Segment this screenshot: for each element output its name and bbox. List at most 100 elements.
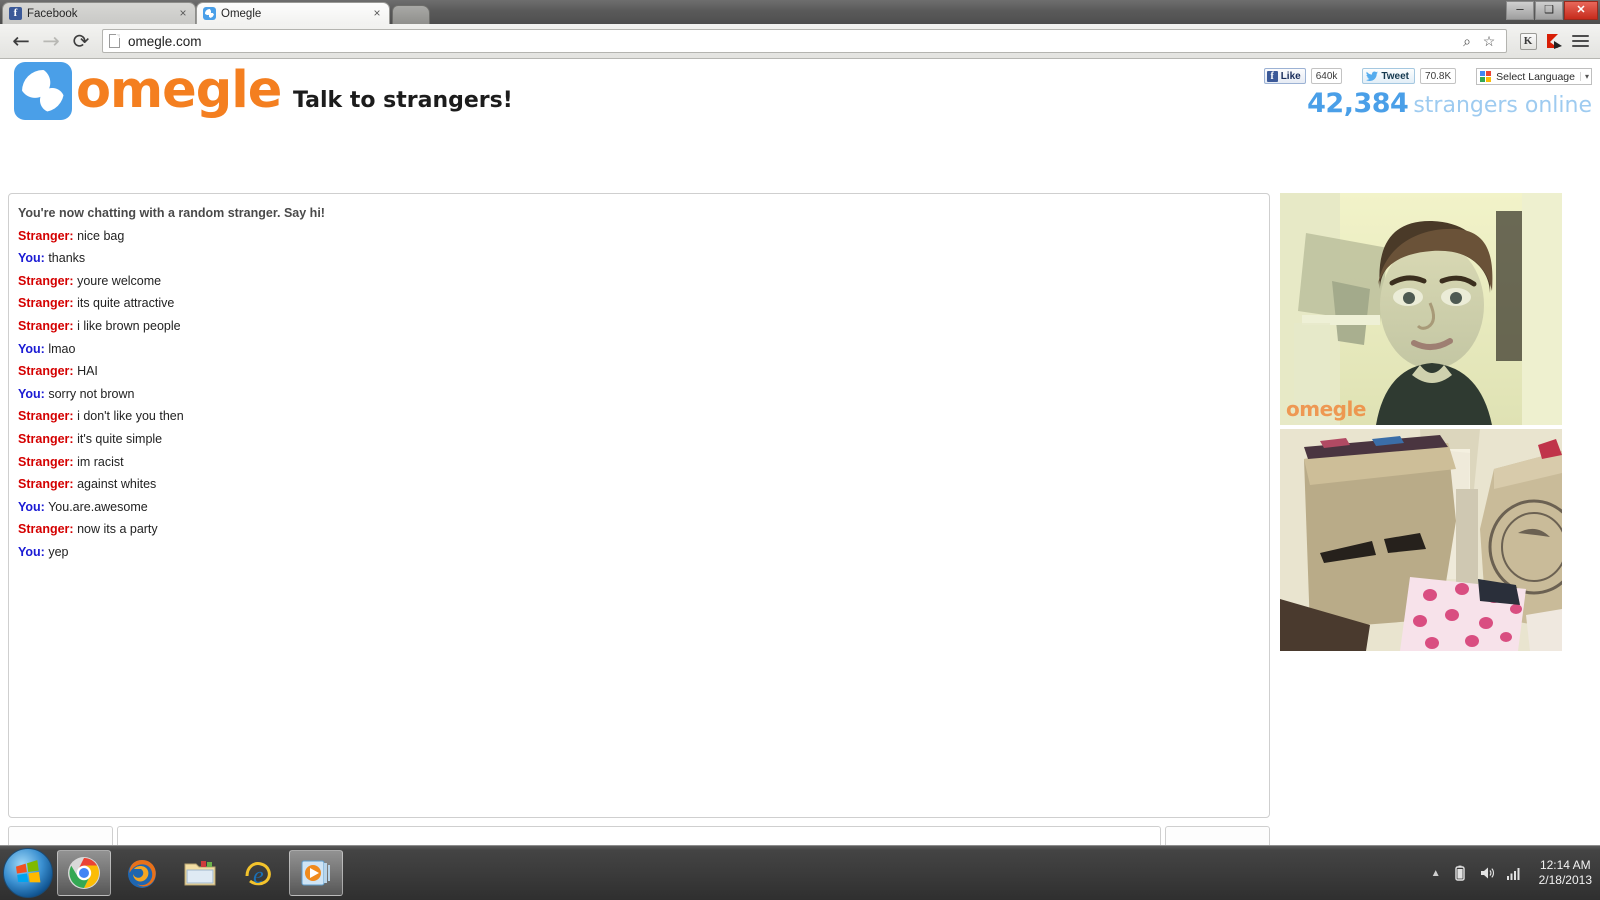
firefox-icon (128, 860, 156, 888)
back-arrow-icon: ← (12, 28, 30, 53)
taskbar-item-media-player[interactable] (289, 850, 343, 896)
show-hidden-icons-icon[interactable]: ▲ (1431, 868, 1441, 879)
maximize-icon: ❑ (1544, 4, 1554, 16)
chat-message-speaker: Stranger: (18, 228, 74, 243)
minimize-button[interactable]: – (1506, 1, 1534, 20)
facebook-like-button[interactable]: f Like (1263, 68, 1306, 84)
folder-icon (184, 861, 216, 886)
chat-message: Stranger: now its a party (18, 518, 1269, 541)
minimize-icon: – (1516, 0, 1524, 16)
send-button[interactable]: Send Enter (1165, 826, 1270, 845)
chat-message-text: it's quite simple (77, 431, 163, 446)
taskbar-item-internet-explorer[interactable]: e (231, 850, 285, 896)
chat-message-speaker: You: (18, 341, 45, 356)
clock-date: 2/18/2013 (1538, 873, 1592, 887)
chat-message-text: its quite attractive (77, 296, 175, 311)
chat-message: Stranger: its quite attractive (18, 292, 1269, 315)
menu-icon (1571, 35, 1589, 47)
facebook-icon: f (1266, 70, 1278, 82)
chat-message-text: against whites (77, 477, 157, 492)
extension-k-button[interactable]: K (1515, 28, 1541, 54)
chat-message-speaker: You: (18, 386, 45, 401)
stranger-video-panel[interactable]: omegle (1280, 193, 1562, 425)
chevron-down-icon[interactable]: ▾ (1579, 72, 1589, 81)
chat-message-speaker: You: (18, 499, 45, 514)
taskbar-clock[interactable]: 12:14 AM 2/18/2013 (1533, 858, 1592, 888)
browser-window: f Facebook × Omegle × – ❑ ✕ ← → ⟳ omegle… (0, 0, 1600, 845)
chat-message-speaker: Stranger: (18, 409, 74, 424)
omegle-logo-icon (14, 62, 72, 120)
chat-message: Stranger: nice bag (18, 225, 1269, 248)
chat-message-speaker: Stranger: (18, 431, 74, 446)
chat-message-text: im racist (77, 454, 124, 469)
tab-title: Omegle (221, 7, 262, 20)
page-tagline: Talk to strangers! (293, 88, 513, 113)
kaspersky-icon (1547, 34, 1562, 49)
windows-taskbar: e ▲ 12:14 AM 2/18/2013 (0, 845, 1600, 900)
bookmark-star-icon[interactable]: ☆ (1478, 30, 1500, 52)
network-icon[interactable] (1506, 865, 1522, 881)
tab-omegle[interactable]: Omegle × (196, 2, 390, 24)
online-label: strangers online (1413, 93, 1592, 118)
taskbar-item-firefox[interactable] (115, 850, 169, 896)
chat-composer: Disconnect Esc Send Enter (8, 826, 1270, 845)
chat-message: You: yep (18, 541, 1269, 564)
local-video-panel[interactable] (1280, 429, 1562, 651)
chat-message-text: HAI (77, 364, 98, 379)
back-button[interactable]: ← (6, 27, 36, 55)
windows-logo-icon (15, 860, 41, 883)
facebook-like-label: Like (1280, 70, 1301, 82)
maximize-button[interactable]: ❑ (1535, 1, 1563, 20)
language-selector[interactable]: Select Language ▾ (1476, 68, 1592, 85)
twitter-bird-icon (1366, 70, 1379, 81)
reload-button[interactable]: ⟳ (66, 27, 96, 55)
taskbar-item-chrome[interactable] (57, 850, 111, 896)
close-icon[interactable]: × (371, 7, 383, 20)
close-icon[interactable]: × (177, 7, 189, 20)
disconnect-button[interactable]: Disconnect Esc (8, 826, 113, 845)
url-text: omegle.com (128, 33, 202, 49)
omegle-page: omegle Talk to strangers! f Like 640k Tw… (0, 60, 1600, 845)
tweet-label: Tweet (1381, 70, 1410, 82)
chat-message: Stranger: HAI (18, 360, 1269, 383)
tab-strip: f Facebook × Omegle × (0, 0, 1600, 24)
site-header: omegle Talk to strangers! f Like 640k Tw… (0, 60, 1600, 127)
message-input[interactable] (117, 826, 1161, 845)
chat-message: Stranger: i like brown people (18, 315, 1269, 338)
omegle-logo[interactable]: omegle (14, 62, 282, 120)
chat-log[interactable]: You're now chatting with a random strang… (8, 193, 1270, 818)
omegle-icon (203, 7, 216, 20)
start-button[interactable] (3, 848, 53, 898)
volume-icon[interactable] (1479, 865, 1495, 881)
tab-facebook[interactable]: f Facebook × (2, 2, 196, 24)
search-icon[interactable]: ⌕ (1456, 30, 1478, 52)
chat-message-speaker: Stranger: (18, 364, 74, 379)
tweet-button[interactable]: Tweet (1362, 68, 1416, 84)
taskbar-item-explorer[interactable] (173, 850, 227, 896)
address-bar[interactable]: omegle.com ⌕ ☆ (102, 29, 1507, 53)
chat-system-message: You're now chatting with a random strang… (18, 206, 325, 220)
chat-message-text: nice bag (77, 228, 125, 243)
reload-icon: ⟳ (72, 29, 90, 53)
chat-message: You: You.are.awesome (18, 496, 1269, 519)
new-tab-button[interactable] (392, 5, 430, 24)
local-video-frame (1280, 429, 1562, 651)
extension-security-button[interactable] (1541, 28, 1567, 54)
facebook-like-widget[interactable]: f Like 640k (1263, 68, 1343, 84)
clock-time: 12:14 AM (1539, 858, 1591, 872)
tweet-count: 70.8K (1420, 68, 1457, 84)
forward-button[interactable]: → (36, 27, 66, 55)
close-window-button[interactable]: ✕ (1564, 1, 1598, 20)
chat-message-speaker: You: (18, 544, 45, 559)
chat-message-speaker: Stranger: (18, 454, 74, 469)
chat-message-text: youre welcome (77, 273, 162, 288)
battery-icon[interactable] (1452, 865, 1468, 881)
chat-message-text: now its a party (77, 522, 158, 537)
chat-message-text: yep (48, 544, 69, 559)
chat-message: You: lmao (18, 338, 1269, 361)
chat-message-text: lmao (48, 341, 76, 356)
page-document-icon (109, 34, 120, 48)
facebook-icon: f (9, 7, 22, 20)
browser-menu-button[interactable] (1567, 28, 1593, 54)
twitter-tweet-widget[interactable]: Tweet 70.8K (1362, 68, 1457, 84)
